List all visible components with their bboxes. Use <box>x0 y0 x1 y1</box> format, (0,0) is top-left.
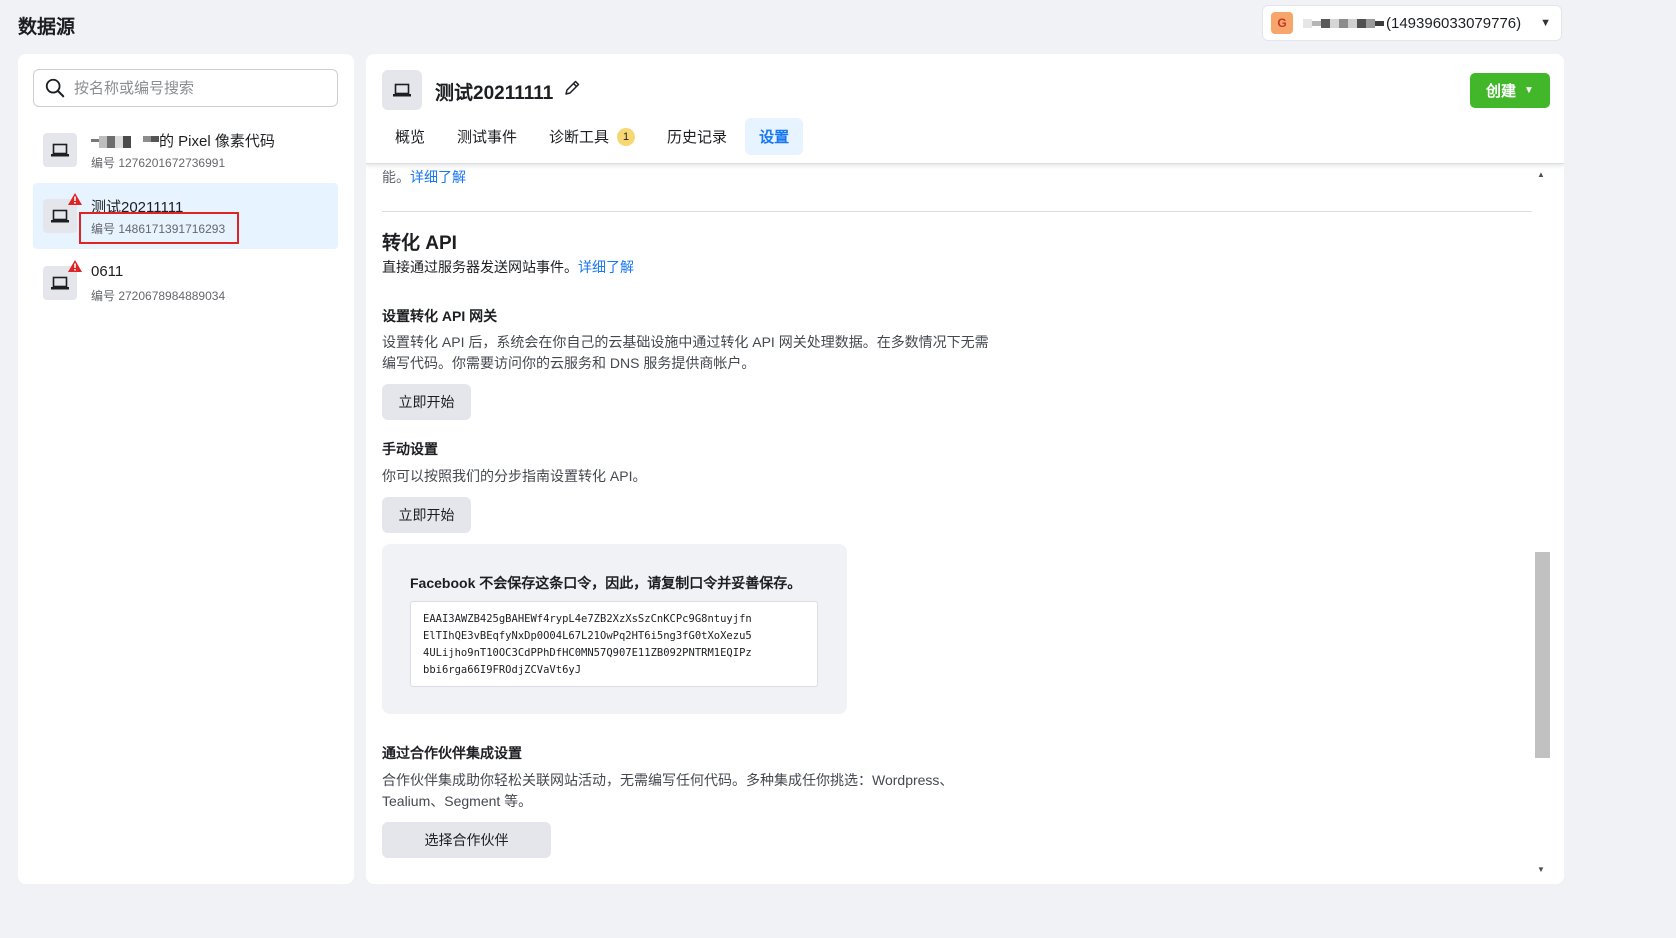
caret-down-icon: ▼ <box>1524 85 1534 96</box>
scrollbar[interactable]: ▲ ▼ <box>1533 164 1550 874</box>
token-warning: Facebook 不会保存这条口令，因此，请复制口令并妥善保存。 <box>410 575 802 591</box>
tab-diagnostics[interactable]: 诊断工具 1 <box>535 118 649 155</box>
data-source-name: 的 Pixel 像素代码 <box>91 130 275 151</box>
data-source-name: 0611 <box>91 263 124 280</box>
learn-more-link[interactable]: 详细了解 <box>410 169 466 185</box>
gateway-heading: 设置转化 API 网关 <box>382 308 498 324</box>
account-id: (149396033079776) <box>1386 14 1522 32</box>
search-box[interactable] <box>33 69 338 107</box>
data-source-item[interactable]: 的 Pixel 像素代码 编号 1276201672736991 <box>33 117 338 183</box>
manual-heading: 手动设置 <box>382 441 438 457</box>
search-input[interactable] <box>74 79 314 97</box>
warning-icon <box>68 260 82 272</box>
tab-label: 诊断工具 <box>549 129 610 146</box>
tab-overview[interactable]: 概览 <box>381 118 439 155</box>
tab-history[interactable]: 历史记录 <box>653 118 741 155</box>
manual-start-button[interactable]: 立即开始 <box>382 497 471 533</box>
caret-down-icon: ▼ <box>1540 17 1551 29</box>
divider <box>382 211 1532 212</box>
scrollbar-thumb[interactable] <box>1535 552 1550 758</box>
laptop-icon <box>43 133 77 167</box>
partner-description: 合作伙伴集成助你轻松关联网站活动，无需编写任何代码。多种集成任你挑选：Wordp… <box>382 772 954 809</box>
laptop-icon <box>382 70 422 110</box>
data-source-item[interactable]: 0611 编号 2720678984889034 <box>33 250 338 316</box>
access-token-box: Facebook 不会保存这条口令，因此，请复制口令并妥善保存。 EAAI3AW… <box>382 544 847 714</box>
settings-content: 能。详细了解 转化 API 直接通过服务器发送网站事件。详细了解 设置转化 AP… <box>382 164 1532 884</box>
intro-fragment: 能。详细了解 <box>382 169 466 185</box>
pencil-icon[interactable] <box>563 79 581 97</box>
account-avatar: G <box>1271 12 1293 34</box>
section-description: 直接通过服务器发送网站事件。详细了解 <box>382 259 634 275</box>
highlight-box <box>79 212 239 244</box>
gateway-start-button[interactable]: 立即开始 <box>382 384 471 420</box>
section-title: 转化 API <box>382 233 457 254</box>
warning-icon <box>68 193 82 205</box>
search-icon <box>45 78 65 98</box>
scroll-up-icon[interactable]: ▲ <box>1537 170 1545 179</box>
data-source-id: 编号 1276201672736991 <box>91 156 226 170</box>
data-source-header: 测试20211111 创建 ▼ 概览 测试事件 诊断工具 1 历史记录 设置 <box>366 54 1564 164</box>
data-source-id: 编号 2720678984889034 <box>91 289 226 303</box>
partner-heading: 通过合作伙伴集成设置 <box>382 745 522 761</box>
create-button[interactable]: 创建 ▼ <box>1470 73 1550 108</box>
account-switcher[interactable]: G (149396033079776) ▼ <box>1262 5 1562 41</box>
learn-more-link[interactable]: 详细了解 <box>578 259 634 275</box>
data-source-list-panel: 的 Pixel 像素代码 编号 1276201672736991 测试20211… <box>18 54 354 884</box>
tab-test-events[interactable]: 测试事件 <box>443 118 531 155</box>
diagnostics-badge: 1 <box>617 127 636 146</box>
data-source-title: 测试20211111 <box>435 83 554 104</box>
data-source-item-selected[interactable]: 测试20211111 编号 1486171391716293 <box>33 183 338 249</box>
choose-partner-button[interactable]: 选择合作伙伴 <box>382 822 551 858</box>
main-panel: 测试20211111 创建 ▼ 概览 测试事件 诊断工具 1 历史记录 设置 能… <box>366 54 1564 884</box>
redacted-text <box>91 136 159 149</box>
account-name-redacted <box>1303 18 1384 28</box>
page-title: 数据源 <box>18 17 76 38</box>
create-button-label: 创建 <box>1486 83 1517 100</box>
tab-bar: 概览 测试事件 诊断工具 1 历史记录 设置 <box>381 118 807 155</box>
tab-settings[interactable]: 设置 <box>745 118 804 155</box>
gateway-description: 设置转化 API 后，系统会在你自己的云基础设施中通过转化 API 网关处理数据… <box>382 334 989 371</box>
manual-description: 你可以按照我们的分步指南设置转化 API。 <box>382 468 647 484</box>
access-token-field[interactable]: EAAI3AWZB425gBAHEWf4rypL4e7ZB2XzXsSzCnKC… <box>410 601 818 687</box>
scroll-down-icon[interactable]: ▼ <box>1537 865 1545 874</box>
